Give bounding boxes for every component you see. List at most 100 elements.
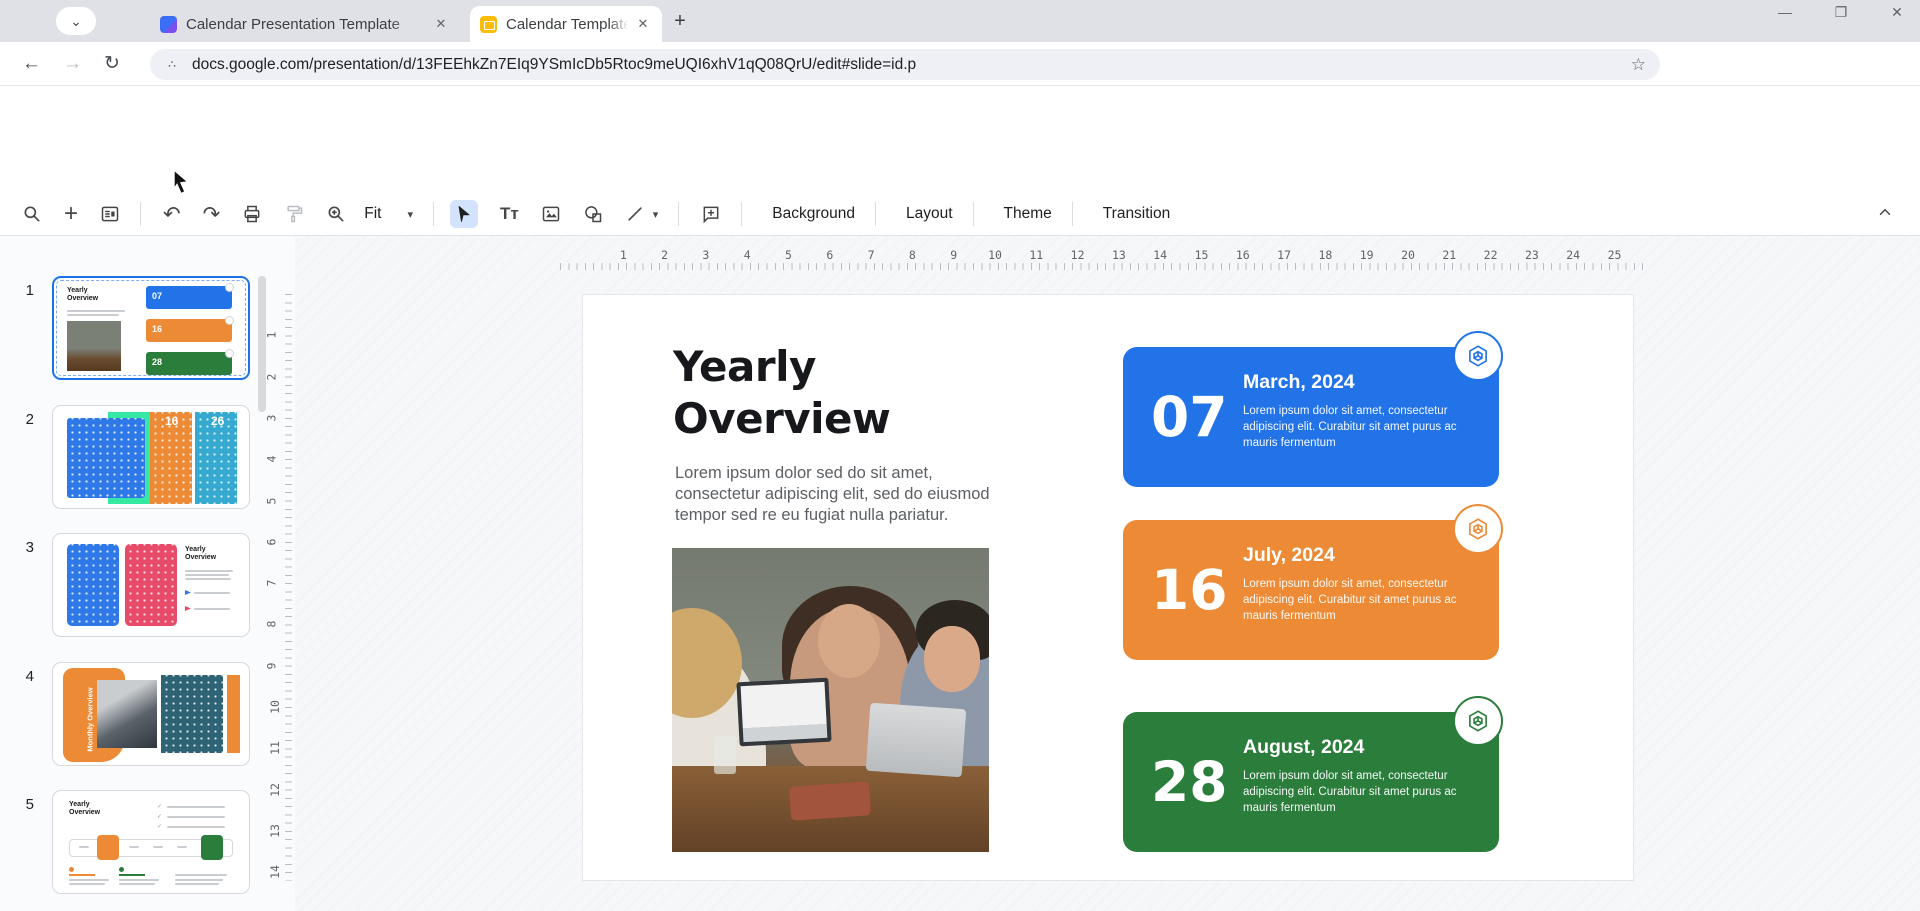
screen: ⌄ Calendar Presentation Template ✕ Calen… <box>0 0 1920 911</box>
browser-tab-strip: ⌄ Calendar Presentation Template ✕ Calen… <box>0 0 1920 42</box>
insert-comment-icon[interactable] <box>701 204 721 224</box>
background-button[interactable]: Background <box>772 205 855 223</box>
thumb4-title: Monthly Overview <box>86 687 95 753</box>
card-day-number: 07 <box>1151 385 1228 449</box>
print-icon[interactable] <box>242 204 262 224</box>
insert-image-icon[interactable] <box>541 204 561 224</box>
check-icon: ✓ <box>157 803 162 810</box>
cube-badge-icon <box>1453 331 1503 381</box>
slide-body-text[interactable]: Lorem ipsum dolor sed do sit amet, conse… <box>675 463 1020 526</box>
thumb3-title: Yearly Overview <box>185 546 216 562</box>
forward-icon[interactable]: → <box>63 53 82 75</box>
transition-button[interactable]: Transition <box>1103 205 1170 223</box>
photo-notebook <box>789 781 871 820</box>
check-icon: ✓ <box>157 813 162 820</box>
tab-calendar-presentation[interactable]: Calendar Presentation Template ✕ <box>150 6 460 42</box>
url-text[interactable]: docs.google.com/presentation/d/13FEEhkZn… <box>192 56 916 74</box>
thumb2-number-26: 26 <box>211 414 224 428</box>
layout-button[interactable]: Layout <box>906 205 953 223</box>
slide-number: 2 <box>10 411 34 428</box>
search-menus-icon[interactable] <box>22 204 42 224</box>
card-heading: August, 2024 <box>1243 736 1364 759</box>
slide-filmstrip: 1 2 3 4 5 Yearly Overview 07 16 28 16 26 <box>0 236 295 911</box>
site-info-icon[interactable] <box>164 56 182 74</box>
cube-badge-icon <box>1453 504 1503 554</box>
slide-title[interactable]: Yearly Overview <box>673 341 890 445</box>
reload-icon[interactable]: ↻ <box>104 52 120 75</box>
slide-thumbnail-4[interactable]: Monthly Overview <box>52 662 250 766</box>
slide-thumbnail-3[interactable]: Yearly Overview <box>52 533 250 637</box>
forum-favicon-icon <box>160 16 177 33</box>
mouse-cursor <box>170 168 196 198</box>
toolbar: + ↶ ↷ Fit ▾ Tт ▾ <box>0 193 1920 236</box>
card-heading: March, 2024 <box>1243 371 1355 394</box>
slide-number: 5 <box>10 796 34 813</box>
toolbar-divider <box>1072 202 1073 226</box>
slide-thumbnail-1[interactable]: Yearly Overview 07 16 28 <box>52 276 250 380</box>
tab-close-icon[interactable]: ✕ <box>432 15 450 33</box>
browser-address-row: ← → ↻ docs.google.com/presentation/d/13F… <box>0 42 1920 86</box>
filmstrip-scrollbar[interactable] <box>258 276 266 412</box>
zoom-dropdown-icon[interactable]: ▾ <box>407 208 413 221</box>
bookmark-star-icon[interactable]: ☆ <box>1631 55 1646 75</box>
new-tab-button[interactable]: + <box>668 10 692 34</box>
slide-thumbnail-5[interactable]: Yearly Overview ✓ ✓ ✓ <box>52 790 250 894</box>
text-box-icon[interactable]: Tт <box>500 204 519 224</box>
photo-glass <box>714 736 736 774</box>
slide-number: 3 <box>10 539 34 556</box>
slides-favicon-icon <box>480 16 497 33</box>
redo-icon[interactable]: ↷ <box>203 202 221 227</box>
card-text: Lorem ipsum dolor sit amet, consectetur … <box>1243 768 1469 816</box>
event-card-august[interactable]: 28 August, 2024 Lorem ipsum dolor sit am… <box>1123 712 1499 852</box>
thumb2-number-16: 16 <box>165 414 178 428</box>
thumb1-card3-num: 28 <box>152 357 162 367</box>
thumb1-card1-num: 07 <box>152 291 162 301</box>
paint-format-icon[interactable] <box>284 204 304 224</box>
vertical-ruler-ticks <box>285 294 292 881</box>
slides-app-header: Calendar Template ☆ File Edit View Inser… <box>0 86 1920 193</box>
new-slide-icon[interactable]: + <box>64 205 78 223</box>
slide-editor-page[interactable]: Yearly Overview Lorem ipsum dolor sed do… <box>582 294 1634 881</box>
line-dropdown-icon[interactable]: ▾ <box>653 208 659 221</box>
undo-icon[interactable]: ↶ <box>163 202 181 227</box>
tab-google-slides[interactable]: Calendar Template - Google Slides ✕ <box>470 6 662 42</box>
window-minimize-button[interactable]: — <box>1776 4 1794 21</box>
insert-line-icon[interactable] <box>625 204 645 224</box>
tab-title: Calendar Presentation Template <box>186 16 426 33</box>
collapse-toolbar-icon[interactable] <box>1876 203 1894 226</box>
check-icon: ✓ <box>157 823 162 830</box>
card-heading: July, 2024 <box>1243 544 1335 567</box>
toolbar-divider <box>973 202 974 226</box>
card-day-number: 16 <box>1151 558 1228 622</box>
cube-badge-icon <box>1453 696 1503 746</box>
slide-number: 1 <box>10 282 34 299</box>
tab-title: Calendar Template - Google Slides <box>506 16 628 33</box>
slide-photo[interactable] <box>672 548 989 852</box>
window-close-button[interactable]: ✕ <box>1888 4 1906 21</box>
card-day-number: 28 <box>1151 750 1228 814</box>
chevron-down-icon: ⌄ <box>70 13 82 30</box>
photo-laptop-left <box>736 678 831 747</box>
slide-number: 4 <box>10 668 34 685</box>
back-icon[interactable]: ← <box>22 53 41 75</box>
horizontal-ruler-ticks <box>560 263 1650 270</box>
event-card-july[interactable]: 16 July, 2024 Lorem ipsum dolor sit amet… <box>1123 520 1499 660</box>
event-card-march[interactable]: 07 March, 2024 Lorem ipsum dolor sit ame… <box>1123 347 1499 487</box>
slide-layout-icon[interactable] <box>100 204 120 224</box>
insert-shape-icon[interactable] <box>583 204 603 224</box>
card-text: Lorem ipsum dolor sit amet, consectetur … <box>1243 576 1469 624</box>
slide-thumbnail-2[interactable]: 16 26 <box>52 405 250 509</box>
tab-close-icon[interactable]: ✕ <box>634 15 652 33</box>
horizontal-ruler: 1234567891011121314151617181920212223242… <box>560 248 1650 270</box>
zoom-icon[interactable] <box>326 204 346 224</box>
window-restore-button[interactable]: ❐ <box>1832 4 1850 21</box>
select-tool-icon[interactable] <box>450 200 478 228</box>
theme-button[interactable]: Theme <box>1004 205 1052 223</box>
card-text: Lorem ipsum dolor sit amet, consectetur … <box>1243 403 1469 451</box>
zoom-select-value[interactable]: Fit <box>364 205 381 223</box>
tab-search-button[interactable]: ⌄ <box>56 7 96 35</box>
toolbar-divider <box>875 202 876 226</box>
address-bar[interactable]: docs.google.com/presentation/d/13FEEhkZn… <box>150 49 1660 80</box>
thumb1-card2-num: 16 <box>152 324 162 334</box>
vertical-ruler: 1234567891011121314 <box>266 294 292 881</box>
